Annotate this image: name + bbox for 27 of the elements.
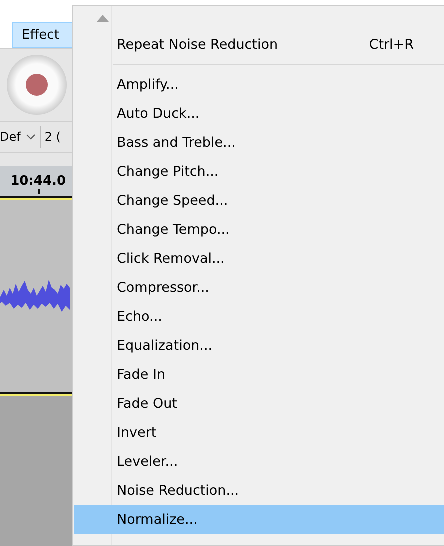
track-border <box>0 198 72 200</box>
menu-item[interactable]: Auto Duck... <box>74 99 444 128</box>
menu-item[interactable]: Noise Reduction... <box>74 476 444 505</box>
timeline-time: 10:44.0 <box>10 174 66 189</box>
menu-item[interactable]: Fade In <box>74 360 444 389</box>
menu-item[interactable]: Equalization... <box>74 331 444 360</box>
timeline-ruler[interactable]: 10:44.0 <box>0 166 72 198</box>
menu-item[interactable]: Normalize... <box>74 505 444 534</box>
menu-item[interactable]: Change Pitch... <box>74 157 444 186</box>
channels-dropdown[interactable]: 2 ( <box>44 130 61 144</box>
device-dropdown[interactable]: Def <box>0 126 41 148</box>
menu-item[interactable]: Amplify... <box>74 70 444 99</box>
menu-bar-item[interactable]: Effect <box>12 22 72 48</box>
menu-item[interactable]: Leveler... <box>74 447 444 476</box>
record-button[interactable] <box>6 54 68 116</box>
menu-item[interactable]: Change Tempo... <box>74 215 444 244</box>
menu-item[interactable]: Compressor... <box>74 273 444 302</box>
shortcut-label: Ctrl+R <box>369 36 414 52</box>
menu-item[interactable]: Bass and Treble... <box>74 128 444 157</box>
menu-item[interactable]: Fade Out <box>74 389 444 418</box>
menu-item[interactable]: Echo... <box>74 302 444 331</box>
menu-item[interactable]: Invert <box>74 418 444 447</box>
menu-item[interactable]: Click Removal... <box>74 244 444 273</box>
menu-item[interactable]: Change Speed... <box>74 186 444 215</box>
menu-item[interactable]: Repeat Noise Reduction Ctrl+R <box>74 30 444 59</box>
scroll-up-icon[interactable] <box>97 14 109 22</box>
chevron-icon <box>26 134 36 140</box>
